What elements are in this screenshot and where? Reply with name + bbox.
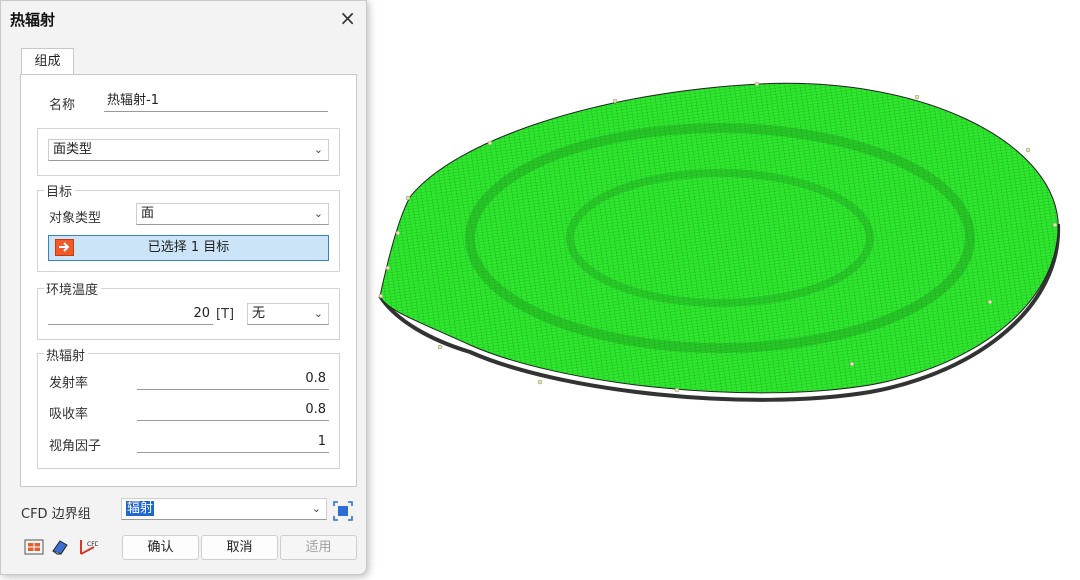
ambient-unit-select[interactable]: 无 ⌄ <box>247 303 329 325</box>
chevron-down-icon: ⌄ <box>311 502 321 515</box>
view-factor-field[interactable]: 1 <box>137 431 329 453</box>
ambient-temperature-field[interactable]: 20 <box>48 303 213 325</box>
zoom-fit-icon[interactable] <box>333 501 353 521</box>
cfd-group-label: CFD 边界组 <box>21 507 91 522</box>
ambient-unit-value: 无 <box>252 306 266 321</box>
view-factor-label: 视角因子 <box>49 439 102 454</box>
absorptivity-field[interactable]: 0.8 <box>137 399 329 421</box>
select-targets-button[interactable]: 已选择 1 目标 <box>48 235 329 261</box>
face-type-select[interactable]: 面类型 ⌄ <box>48 139 329 161</box>
emissivity-field[interactable]: 0.8 <box>137 368 329 390</box>
object-type-select[interactable]: 面 ⌄ <box>136 203 329 225</box>
svg-text:CFD: CFD <box>87 541 98 548</box>
object-type-label: 对象类型 <box>49 211 102 226</box>
ok-button[interactable]: 确认 <box>122 535 199 560</box>
name-label: 名称 <box>49 98 76 113</box>
absorptivity-label: 吸收率 <box>49 407 89 422</box>
apply-button[interactable]: 适用 <box>280 535 357 560</box>
cfd-icon[interactable]: CFD <box>78 537 100 557</box>
eraser-icon[interactable] <box>50 537 70 557</box>
arrow-select-icon <box>55 239 74 256</box>
cancel-button[interactable]: 取消 <box>201 535 278 560</box>
select-targets-label: 已选择 1 目标 <box>147 240 230 255</box>
dialog-titlebar[interactable]: 热辐射 × <box>1 1 366 37</box>
face-type-value: 面类型 <box>53 142 93 157</box>
ambient-unit-label: [T] <box>216 307 235 322</box>
thermal-radiation-dialog: 热辐射 × 组成 名称 热辐射-1 面类型 ⌄ 目标 对象类型 面 ⌄ 已选择 … <box>0 0 367 575</box>
chevron-down-icon: ⌄ <box>313 307 323 320</box>
name-field[interactable]: 热辐射-1 <box>104 90 328 112</box>
close-icon[interactable]: × <box>339 6 356 30</box>
chevron-down-icon: ⌄ <box>313 143 323 156</box>
emissivity-label: 发射率 <box>49 376 89 391</box>
target-legend: 目标 <box>44 181 76 200</box>
cfd-group-value: 辐射 <box>126 501 155 516</box>
table-icon[interactable] <box>24 537 44 557</box>
object-type-value: 面 <box>141 206 155 221</box>
chevron-down-icon: ⌄ <box>313 207 323 220</box>
model-viewport[interactable] <box>368 0 1080 580</box>
ambient-legend: 环境温度 <box>44 279 102 298</box>
tab-composition[interactable]: 组成 <box>21 48 74 75</box>
cfd-group-select[interactable]: 辐射 ⌄ <box>121 498 327 520</box>
radiation-legend: 热辐射 <box>44 345 89 364</box>
dialog-title: 热辐射 <box>10 11 56 29</box>
